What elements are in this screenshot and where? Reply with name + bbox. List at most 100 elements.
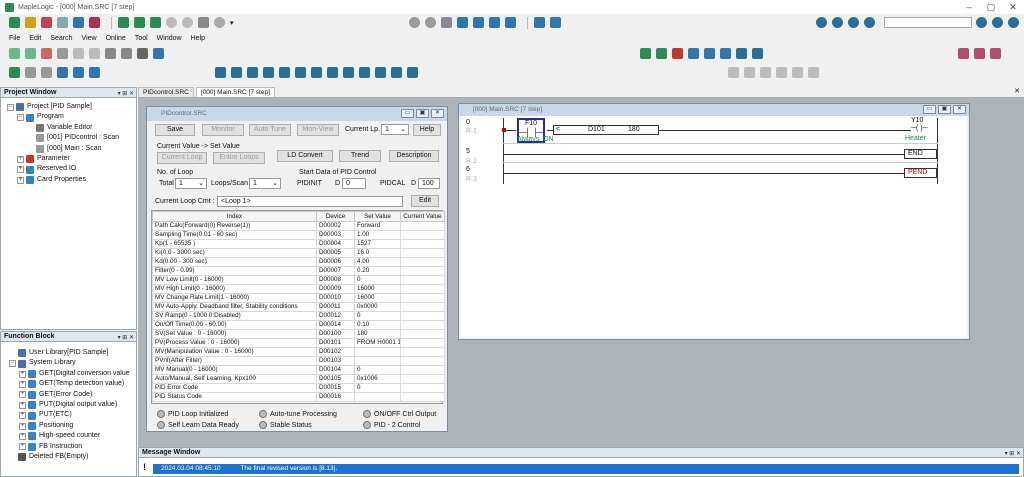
cross-ref-icon[interactable] — [137, 48, 148, 59]
contact-nc-icon[interactable] — [231, 67, 242, 78]
cell-set-value[interactable]: 0.20 — [354, 266, 401, 276]
table-row[interactable]: Auto/Manual, Self Learning, Kpx100 D00105… — [152, 374, 445, 384]
tree-item[interactable]: + Card Properties — [7, 175, 136, 185]
cell-current-value[interactable] — [400, 347, 445, 357]
tree-item[interactable]: [000] Main : Scan — [7, 144, 136, 154]
plc-verify-icon[interactable] — [1008, 17, 1019, 28]
tree-item[interactable]: + GET(Error Code) — [9, 390, 136, 400]
pid-restore-button[interactable]: ▣ — [416, 109, 429, 118]
main-close-button[interactable]: ✕ — [953, 105, 966, 114]
loops-scan-select[interactable]: 1 ⌄ — [249, 178, 281, 189]
step-icon[interactable] — [105, 48, 116, 59]
mon-view-button[interactable]: Mon-View — [297, 124, 339, 136]
coil-icon[interactable] — [247, 67, 258, 78]
end-instruction[interactable]: END — [904, 149, 937, 159]
play-icon[interactable] — [728, 67, 739, 78]
table-row[interactable]: On/Off Time(0.00 - 60.00) D00014 0.10 — [152, 320, 445, 330]
find-next-icon[interactable] — [41, 67, 52, 78]
func4-icon[interactable] — [407, 67, 418, 78]
step-run-icon[interactable] — [744, 67, 755, 78]
pidinit-input[interactable]: 0 — [342, 178, 366, 189]
panel2-icon[interactable] — [974, 48, 985, 59]
help-button[interactable]: Help — [413, 124, 441, 136]
menu-tool[interactable]: Tool — [135, 35, 148, 42]
chart-icon[interactable] — [153, 48, 164, 59]
table-row[interactable]: Path Calc(Forward(0) Reverse(1)) D00002 Fo… — [152, 221, 445, 231]
table-row[interactable]: SV(Set Value : 0 - 16000) D00100 180 — [152, 329, 445, 339]
table-row[interactable]: PID Error Code D00015 0 — [152, 383, 445, 393]
tree-item[interactable]: − Project [PID Sample] — [7, 102, 136, 112]
table-row[interactable]: PV(Process Value : 0 - 16000) D00101 FROM … — [152, 338, 445, 348]
coil-set-icon[interactable] — [263, 67, 274, 78]
option-icon[interactable] — [534, 17, 545, 28]
maximize-button[interactable]: ▢ — [980, 0, 1002, 14]
menu-search[interactable]: Search — [50, 35, 72, 42]
save-button[interactable]: Save — [155, 124, 195, 136]
comment-icon[interactable] — [73, 48, 84, 59]
contact-f10[interactable]: F10 ─┤ ├─ Always_ON — [517, 118, 554, 143]
tree-item[interactable]: [001] PIDcontrol : Scan — [7, 133, 136, 143]
tree-item[interactable]: + PUT(Digital output value) — [9, 400, 136, 410]
cell-current-value[interactable] — [400, 338, 445, 348]
cell-set-value[interactable]: 0 — [354, 383, 401, 393]
view-device-icon[interactable] — [73, 67, 84, 78]
view-comment-icon[interactable] — [57, 67, 68, 78]
compile-icon[interactable] — [118, 17, 129, 28]
cell-set-value[interactable]: 16000 — [354, 293, 401, 303]
table-row[interactable]: MV Manual(0 - 16000) D00104 0 — [152, 365, 445, 375]
expand-toggle-icon[interactable]: − — [17, 114, 24, 122]
cell-set-value[interactable]: Forward — [354, 221, 401, 231]
online-icon[interactable] — [816, 17, 827, 28]
expand-toggle-icon[interactable]: + — [17, 176, 24, 184]
col-header-set-value[interactable]: Set Value — [354, 211, 401, 222]
print-icon[interactable] — [198, 17, 209, 28]
expand-toggle-icon[interactable]: + — [19, 422, 26, 430]
expand-toggle-icon[interactable]: + — [19, 443, 26, 451]
cell-current-value[interactable] — [400, 383, 445, 393]
link-icon[interactable] — [848, 17, 859, 28]
find-device-icon[interactable] — [25, 67, 36, 78]
loop-cmt-input[interactable]: <Loop 1> — [217, 196, 403, 207]
expand-toggle-icon[interactable]: − — [7, 103, 14, 111]
download-icon[interactable] — [150, 17, 161, 28]
expand-toggle-icon[interactable]: + — [19, 401, 26, 409]
memory-icon[interactable] — [688, 48, 699, 59]
find-icon[interactable] — [489, 17, 500, 28]
cell-set-value[interactable]: 16.0 — [354, 248, 401, 258]
watch2-icon[interactable] — [808, 67, 819, 78]
plc-write-icon[interactable] — [992, 17, 1003, 28]
expand-toggle-icon[interactable]: + — [19, 432, 26, 440]
build-icon[interactable] — [640, 48, 651, 59]
tab-main[interactable]: [000] Main.SRC [7 step] — [195, 87, 275, 97]
layout-icon[interactable] — [550, 17, 561, 28]
window-icon[interactable] — [720, 48, 731, 59]
grid-icon[interactable] — [89, 17, 100, 28]
cell-set-value[interactable]: FROM H0001 1 — [354, 338, 401, 348]
cell-set-value[interactable]: 0 — [354, 275, 401, 285]
cell-current-value[interactable] — [400, 230, 445, 240]
ladder-editor[interactable]: 0 R 1 5 R 2 6 R 3 F10 ─┤ ├─ Always_ON < … — [461, 116, 967, 338]
run-icon[interactable] — [166, 17, 177, 28]
compare-instruction[interactable]: < D101 180 — [553, 125, 659, 135]
falling-icon[interactable] — [327, 67, 338, 78]
table-row[interactable]: Kp(1 - 65535 ) D00004 1527 — [152, 239, 445, 249]
cell-current-value[interactable] — [400, 293, 445, 303]
current-lp-select[interactable]: 1 ⌄ — [381, 124, 409, 135]
message-window-controls[interactable]: ▾ ⊞ ✕ — [1005, 449, 1021, 459]
menu-view[interactable]: View — [82, 35, 97, 42]
toolbar-dropdown-icon[interactable]: ▾ — [230, 19, 234, 27]
tools-icon[interactable] — [752, 48, 763, 59]
minimize-button[interactable]: – — [958, 0, 980, 14]
offline-icon[interactable] — [832, 17, 843, 28]
line-icon[interactable] — [279, 67, 290, 78]
cell-current-value[interactable] — [400, 257, 445, 267]
cell-current-value[interactable] — [400, 356, 445, 366]
table-row[interactable]: Ki(0.0 - 3000 sec) D00005 16.0 — [152, 248, 445, 258]
cell-current-value[interactable] — [400, 311, 445, 321]
cell-current-value[interactable] — [400, 392, 445, 402]
cell-current-value[interactable] — [400, 284, 445, 294]
main-restore-button[interactable]: ▣ — [938, 105, 951, 114]
menu-edit[interactable]: Edit — [29, 35, 41, 42]
close-project-icon[interactable] — [41, 17, 52, 28]
tree-item[interactable]: − Program — [7, 112, 136, 122]
